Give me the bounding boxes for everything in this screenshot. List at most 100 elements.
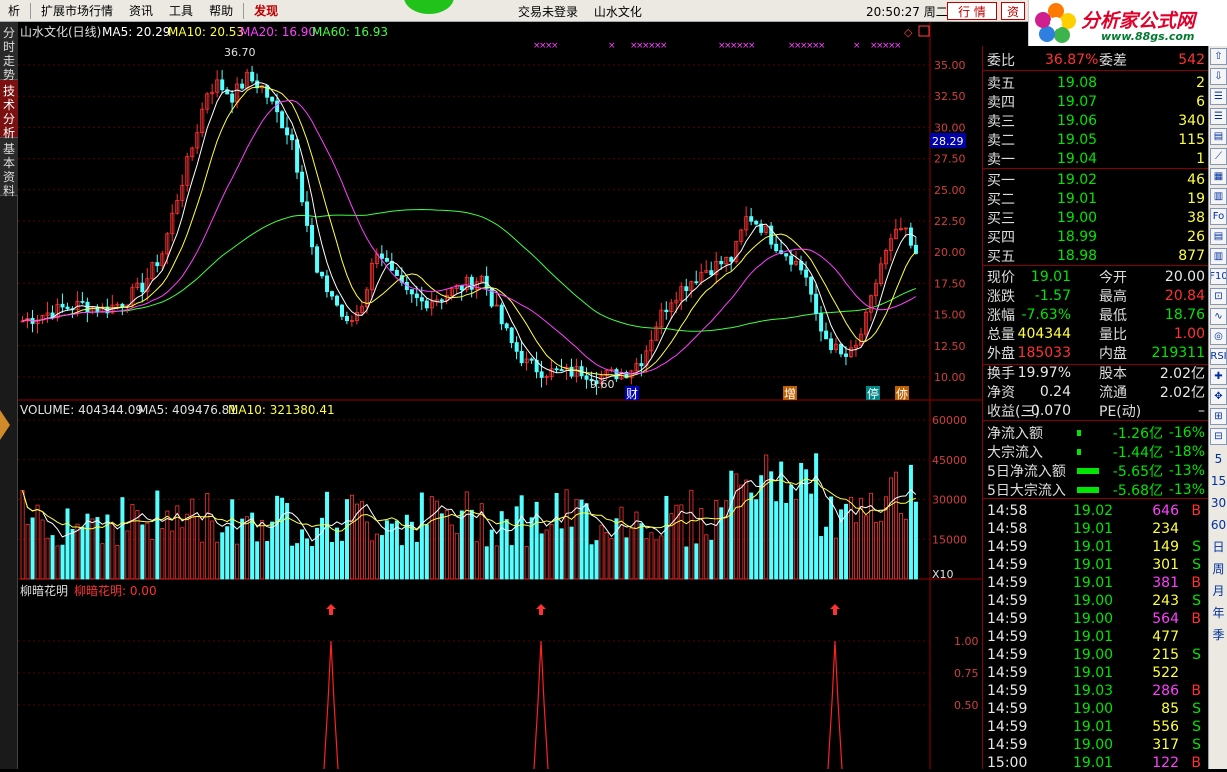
bid-row[interactable]: 买二 19.01 19 (983, 189, 1209, 208)
ma5-label: MA5: 20.29 (102, 25, 170, 39)
tab-technical[interactable]: 技术分析 (0, 80, 18, 140)
toolbar-button[interactable]: ⟋ (1210, 148, 1227, 165)
toolbar-button[interactable]: 周 (1210, 560, 1227, 577)
indicator-header: 柳暗花明 柳暗花明: 0.00 (20, 583, 157, 598)
tick-side: S (1192, 556, 1201, 573)
ask-row[interactable]: 卖四 19.07 6 (983, 92, 1209, 111)
menu-extended-market[interactable]: 扩展市场行情 (33, 2, 121, 19)
event-marker[interactable]: 㑊 (896, 386, 908, 401)
toolbar-button[interactable]: ◎ (1210, 328, 1227, 345)
toolbar-button[interactable]: ∿ (1210, 308, 1227, 325)
ask-row[interactable]: 卖二 19.05 115 (983, 130, 1209, 149)
tick-volume: 85 (1161, 700, 1179, 717)
menu-help[interactable]: 帮助 (201, 2, 241, 19)
price-tick: 32.50 (934, 90, 966, 103)
volume-bar (389, 523, 394, 580)
volume-bar (903, 518, 908, 580)
ma60-path (22, 208, 916, 332)
volume-bar (774, 501, 779, 580)
tab-intraday[interactable]: 分时走势 (0, 22, 18, 82)
toolbar-button[interactable]: ▤ (1210, 128, 1227, 145)
tick-price: 19.01 (1073, 520, 1114, 537)
bid-row[interactable]: 买一 19.02 46 (983, 170, 1209, 189)
menu-news[interactable]: 资讯 (121, 2, 161, 19)
volume-bar (824, 526, 829, 580)
tick-time: 14:59 (987, 574, 1028, 591)
chart-window-icons: ◇ (904, 25, 930, 39)
stat-value: 19.01 (1030, 268, 1071, 285)
bid-row[interactable]: 买四 18.99 26 (983, 227, 1209, 246)
tick-row: 14:59 19.00 85 S (983, 699, 1209, 718)
toolbar-button[interactable]: ☰ (1210, 88, 1227, 105)
flow-bar-icon (1077, 486, 1099, 493)
menu-tools[interactable]: 工具 (161, 2, 201, 19)
toolbar-button[interactable]: 30 (1210, 494, 1227, 511)
toolbar-button[interactable]: 5 (1210, 450, 1227, 467)
toolbar-button[interactable]: ⇩ (1210, 68, 1227, 85)
bid-row[interactable]: 买五 18.98 877 (983, 246, 1209, 265)
candle-body (839, 343, 844, 355)
menu-analysis[interactable]: 析 (0, 2, 28, 19)
toolbar-button[interactable]: ⊟ (1210, 428, 1227, 445)
toolbar-button[interactable]: ▥ (1210, 248, 1227, 265)
stat-value: 18.76 (1164, 306, 1205, 323)
volume-unit: X10 (932, 568, 954, 581)
toolbar-button[interactable]: RSI (1210, 348, 1227, 365)
quote-button[interactable]: 行 情 (947, 2, 997, 20)
volume-bar (709, 539, 714, 580)
maximize-icon[interactable] (918, 25, 930, 37)
volume-bar (270, 521, 275, 580)
up-arrow-icon (536, 604, 546, 615)
toolbar-button[interactable]: Fo (1210, 208, 1227, 225)
toolbar-button[interactable]: ✥ (1210, 388, 1227, 405)
clock: 20:50:27 周二 (866, 5, 948, 19)
stat-value: -7.63% (1021, 306, 1071, 323)
toolbar-button[interactable]: F10 (1210, 268, 1227, 285)
flow-label: 5日净流入额 (987, 463, 1066, 480)
diamond-icon[interactable]: ◇ (904, 26, 913, 39)
toolbar-button[interactable]: ⊞ (1210, 408, 1227, 425)
ask-row[interactable]: 卖三 19.06 340 (983, 111, 1209, 130)
flow-row: 大宗流入 -1.44亿 -18% (983, 442, 1209, 461)
bid-row[interactable]: 买三 19.00 38 (983, 208, 1209, 227)
toolbar-button[interactable]: 月 (1210, 582, 1227, 599)
tick-time: 14:59 (987, 682, 1028, 699)
toolbar-button[interactable]: 60 (1210, 516, 1227, 533)
tick-price: 19.01 (1073, 664, 1114, 681)
ask-row[interactable]: 卖五 19.08 2 (983, 73, 1209, 92)
price-tick: 25.00 (934, 184, 966, 197)
volume-bar (429, 496, 434, 580)
event-marker[interactable]: 停 (867, 386, 879, 401)
candle-body (844, 353, 849, 357)
event-marker[interactable]: 增 (784, 387, 796, 401)
toolbar-button[interactable]: 日 (1210, 538, 1227, 555)
toolbar-button[interactable]: 年 (1210, 604, 1227, 621)
trade-button[interactable]: 资 (1001, 2, 1025, 20)
tab-fundamentals[interactable]: 基本资料 (0, 138, 18, 198)
toolbar-button[interactable]: 15 (1210, 472, 1227, 489)
toolbar-button[interactable]: ▥ (1210, 188, 1227, 205)
toolbar-button[interactable]: 季 (1210, 626, 1227, 643)
tick-side: S (1192, 646, 1201, 663)
toolbar-button[interactable]: ✚ (1210, 368, 1227, 385)
kline-chart[interactable]: ×××× × ×××××× ×××××× ×××××× × ××××× 35.0032.50… (18, 22, 982, 769)
signal-mark-icon: × (551, 41, 559, 51)
candle-body (325, 275, 330, 292)
menu-discover[interactable]: 发现 (246, 2, 286, 19)
candle-body (694, 281, 699, 284)
toolbar-button[interactable]: ☰ (1210, 108, 1227, 125)
volume-bars (20, 453, 918, 580)
volume-bar (240, 518, 245, 580)
ask-row[interactable]: 卖一 19.04 1 (983, 149, 1209, 168)
event-marker[interactable]: 财 (626, 387, 638, 401)
toolbar-button[interactable]: ▦ (1210, 168, 1227, 185)
stat-value: 185033 (1017, 345, 1071, 362)
volume-bar (764, 454, 769, 580)
toolbar-button[interactable]: ⊡ (1210, 288, 1227, 305)
volume-bar (85, 513, 90, 580)
volume-bar (454, 532, 459, 580)
toolbar-button[interactable]: ▤ (1210, 228, 1227, 245)
volume-bar (300, 529, 305, 580)
toolbar-button[interactable]: ⇧ (1210, 48, 1227, 65)
volume-bar (589, 544, 594, 580)
